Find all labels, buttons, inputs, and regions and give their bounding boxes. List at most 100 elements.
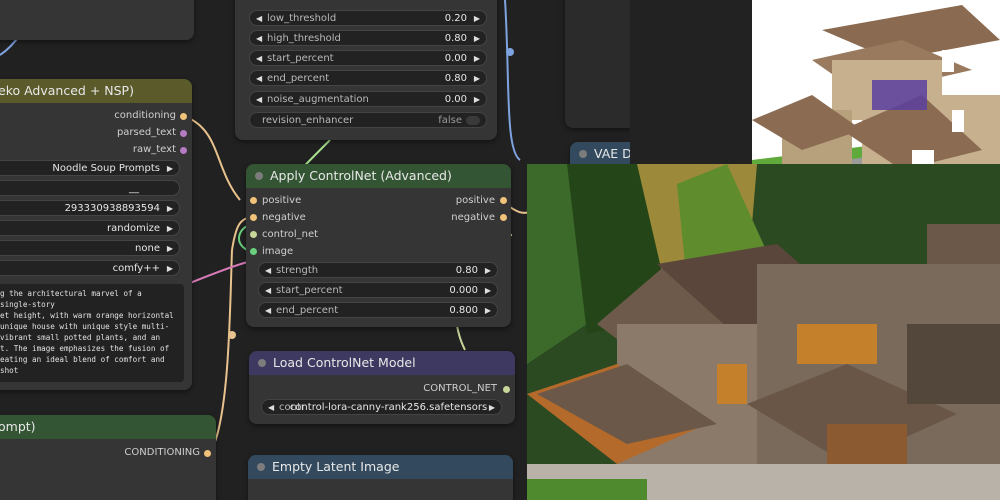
- collapse-dot-icon[interactable]: [258, 359, 266, 367]
- low-threshold-widget[interactable]: ◀ low_threshold 0.20 ▶: [249, 10, 487, 26]
- load-controlnet-node[interactable]: Load ControlNet Model CONTROL_NET ◀ cont…: [249, 351, 515, 424]
- chevron-left-icon[interactable]: ◀: [256, 92, 262, 108]
- prompt-node[interactable]: eko Advanced + NSP) conditioning parsed_…: [0, 79, 192, 390]
- output-positive-socket[interactable]: [500, 197, 507, 204]
- chevron-left-icon[interactable]: ◀: [265, 303, 271, 319]
- widget-label: high_threshold: [267, 33, 341, 44]
- chevron-right-icon[interactable]: ▶: [167, 221, 173, 237]
- collapse-dot-icon[interactable]: [257, 463, 265, 471]
- output-conditioning-socket[interactable]: [204, 450, 211, 457]
- start-percent-widget[interactable]: ◀ start_percent 0.00 ▶: [249, 50, 487, 66]
- chevron-right-icon[interactable]: ▶: [167, 261, 173, 277]
- control-after-generate-value: randomize: [107, 223, 160, 234]
- output-negative-socket[interactable]: [500, 214, 507, 221]
- chevron-right-icon[interactable]: ▶: [474, 71, 480, 87]
- output-node-partial[interactable]: [565, 0, 635, 128]
- widget-value: false: [438, 115, 462, 126]
- input-positive-label: positive: [262, 195, 302, 206]
- end-percent-widget[interactable]: ◀ end_percent 0.80 ▶: [249, 70, 487, 86]
- chevron-right-icon[interactable]: ▶: [474, 11, 480, 27]
- chevron-left-icon[interactable]: ◀: [256, 31, 262, 47]
- load-controlnet-header[interactable]: Load ControlNet Model: [249, 351, 515, 375]
- top-left-node[interactable]: [0, 0, 194, 40]
- control-after-generate-widget[interactable]: randomize ▶: [0, 220, 180, 236]
- chevron-left-icon[interactable]: ◀: [256, 11, 262, 27]
- toggle-switch[interactable]: [466, 116, 480, 125]
- token-normalization-value: none: [135, 243, 160, 254]
- high-threshold-widget[interactable]: ◀ high_threshold 0.80 ▶: [249, 30, 487, 46]
- prompt-line: shot: [0, 366, 19, 375]
- negative-prompt-node[interactable]: ompt) CONDITIONING: [0, 415, 216, 500]
- output-parsed-text-socket[interactable]: [180, 130, 187, 137]
- nsp-mode-selector[interactable]: Noodle Soup Prompts ▶: [0, 160, 180, 176]
- chevron-right-icon[interactable]: ▶: [474, 51, 480, 67]
- output-conditioning-label: CONDITIONING: [124, 447, 200, 458]
- prompt-line: t. The image emphasizes the fusion of: [0, 344, 170, 353]
- load-controlnet-title: Load ControlNet Model: [273, 355, 416, 370]
- output-control-net-socket[interactable]: [503, 386, 510, 393]
- wire-pink: [189, 261, 249, 284]
- strength-widget[interactable]: ◀ strength 0.80 ▶: [258, 262, 498, 278]
- nsp-terminator-field[interactable]: __: [0, 180, 180, 196]
- weight-interpretation-widget[interactable]: comfy++ ▶: [0, 260, 180, 276]
- token-normalization-widget[interactable]: none ▶: [0, 240, 180, 256]
- widget-label: low_threshold: [267, 13, 337, 24]
- chevron-right-icon[interactable]: ▶: [167, 201, 173, 217]
- collapse-dot-icon[interactable]: [579, 150, 587, 158]
- widget-value: 0.80: [455, 265, 478, 276]
- negative-prompt-title[interactable]: ompt): [0, 415, 216, 439]
- widget-value: 0.80: [444, 33, 467, 44]
- chevron-right-icon[interactable]: ▶: [485, 303, 491, 319]
- prompt-textarea[interactable]: g the architectural marvel of a single-s…: [0, 284, 184, 382]
- seed-widget[interactable]: 293330938893594 ▶: [0, 200, 180, 216]
- noise-augmentation-widget[interactable]: ◀ noise_augmentation 0.00 ▶: [249, 91, 487, 107]
- widget-value: 0.000: [449, 285, 478, 296]
- prompt-line: g the architectural marvel of a single-s…: [0, 289, 142, 309]
- apply-controlnet-node[interactable]: Apply ControlNet (Advanced) positive neg…: [246, 164, 511, 327]
- prompt-line: unique house with unique style multi-: [0, 322, 170, 331]
- widget-label: end_percent: [267, 73, 330, 84]
- output-conditioning-label: conditioning: [114, 110, 176, 121]
- controlnet-model-selector[interactable]: ◀ contr control-lora-canny-rank256.safet…: [261, 399, 502, 415]
- output-parsed-text-label: parsed_text: [116, 127, 176, 138]
- prompt-line: et height, with warm orange horizontal: [0, 311, 174, 320]
- prompt-line: eating an ideal blend of comfort and: [0, 355, 165, 364]
- start-percent-widget[interactable]: ◀ start_percent 0.000 ▶: [258, 282, 498, 298]
- chevron-right-icon[interactable]: ▶: [474, 92, 480, 108]
- reroute-dot-cond: [228, 331, 236, 339]
- output-positive-label: positive: [455, 195, 495, 206]
- chevron-right-icon[interactable]: ▶: [474, 31, 480, 47]
- revision-enhancer-toggle[interactable]: revision_enhancer false: [249, 112, 487, 128]
- output-raw-text-socket[interactable]: [180, 147, 187, 154]
- apply-controlnet-header[interactable]: Apply ControlNet (Advanced): [246, 164, 511, 188]
- chevron-left-icon[interactable]: ◀: [265, 283, 271, 299]
- collapse-dot-icon[interactable]: [255, 172, 263, 180]
- chevron-left-icon[interactable]: ◀: [265, 263, 271, 279]
- output-conditioning-socket[interactable]: [180, 113, 187, 120]
- wire-blue-right: [504, 0, 521, 161]
- input-positive-socket[interactable]: [250, 197, 257, 204]
- canny-preprocessor-node[interactable]: ◀ low_threshold 0.20 ▶ ◀ high_threshold …: [235, 0, 497, 140]
- widget-label: start_percent: [267, 53, 334, 64]
- chevron-right-icon[interactable]: ▶: [485, 263, 491, 279]
- input-negative-socket[interactable]: [250, 214, 257, 221]
- chevron-right-icon[interactable]: ▶: [489, 400, 495, 416]
- widget-value: 0.00: [444, 53, 467, 64]
- input-image-socket[interactable]: [250, 248, 257, 255]
- chevron-right-icon[interactable]: ▶: [167, 241, 173, 257]
- prompt-node-title[interactable]: eko Advanced + NSP): [0, 79, 192, 103]
- canvas-gap: [630, 0, 752, 164]
- chevron-left-icon[interactable]: ◀: [256, 51, 262, 67]
- chevron-left-icon[interactable]: ◀: [256, 71, 262, 87]
- node-graph-canvas[interactable]: eko Advanced + NSP) conditioning parsed_…: [0, 0, 1000, 500]
- weight-interpretation-value: comfy++: [112, 263, 160, 274]
- end-percent-widget[interactable]: ◀ end_percent 0.800 ▶: [258, 302, 498, 318]
- empty-latent-node[interactable]: Empty Latent Image: [248, 455, 513, 500]
- input-control-net-socket[interactable]: [250, 231, 257, 238]
- empty-latent-title: Empty Latent Image: [272, 459, 400, 474]
- output-raw-text-label: raw_text: [132, 144, 176, 155]
- generated-house-render: [527, 164, 1000, 500]
- empty-latent-header[interactable]: Empty Latent Image: [248, 455, 513, 479]
- chevron-right-icon[interactable]: ▶: [167, 161, 173, 177]
- chevron-right-icon[interactable]: ▶: [485, 283, 491, 299]
